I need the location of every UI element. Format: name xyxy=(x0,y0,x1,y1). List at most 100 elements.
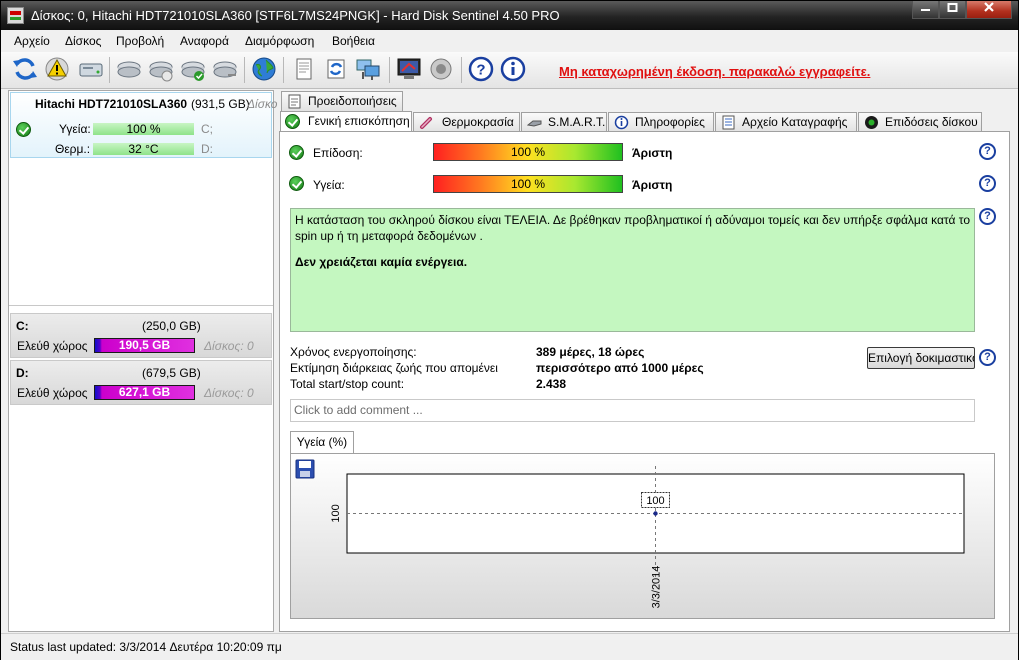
lifetime-label: Εκτίμηση διάρκειας ζωής που απομένει xyxy=(290,361,498,375)
health-ok-icon xyxy=(289,176,304,191)
tab-warnings[interactable]: Προειδοποιήσεις xyxy=(281,91,403,111)
menu-help[interactable]: Βοήθεια xyxy=(332,34,375,48)
status-bar: Status last updated: 3/3/2014 Δευτέρα 10… xyxy=(1,633,1018,660)
partition-disk-label: Δίσκος: 0 xyxy=(204,339,254,353)
log-icon xyxy=(722,115,735,130)
app-logo-icon xyxy=(7,7,24,24)
health-label: Υγεία: xyxy=(313,178,345,192)
document-icon[interactable] xyxy=(290,55,318,83)
tab-smart[interactable]: S.M.A.R.T. xyxy=(521,112,607,132)
free-space-label: Ελεύθ χώρος xyxy=(17,339,88,353)
menu-configuration[interactable]: Διαμόρφωση xyxy=(245,34,314,48)
status-action: Δεν χρειάζεται καμία ενέργεια. xyxy=(295,255,468,269)
comment-input[interactable]: Click to add comment ... xyxy=(290,399,975,422)
thermometer-icon xyxy=(420,117,432,129)
help-icon[interactable]: ? xyxy=(979,349,996,366)
chart-plot: 100 100 3/3/2014 xyxy=(330,466,965,608)
drive-d-label: D: xyxy=(201,142,213,156)
minimize-button[interactable] xyxy=(912,1,939,19)
help-icon[interactable]: ? xyxy=(979,208,996,225)
tab-label: Πληροφορίες xyxy=(635,115,705,129)
disk-check-icon[interactable] xyxy=(211,55,239,83)
globe-icon[interactable] xyxy=(250,55,278,83)
status-text: Η κατάσταση του σκληρού δίσκου είναι ΤΕΛ… xyxy=(295,213,970,243)
health-ok-icon xyxy=(16,122,31,137)
startstop-value: 2.438 xyxy=(536,377,567,391)
partition-disk-label: Δίσκος: 0 xyxy=(204,386,254,400)
tab-label: S.M.A.R.T. xyxy=(548,115,606,129)
tab-log[interactable]: Αρχείο Καταγραφής xyxy=(715,112,857,132)
power-on-value: 389 μέρες, 18 ώρες xyxy=(536,345,645,359)
network-icon[interactable] xyxy=(354,55,382,83)
tab-label: Επιδόσεις δίσκου xyxy=(885,115,978,129)
status-description: Η κατάσταση του σκληρού δίσκου είναι ΤΕΛ… xyxy=(290,208,975,332)
help-icon[interactable]: ? xyxy=(979,143,996,160)
tab-label: Αρχείο Καταγραφής xyxy=(742,115,848,129)
disk-check-icon[interactable] xyxy=(179,55,207,83)
temperature-bar: 32 °C xyxy=(93,143,194,155)
report-icon[interactable] xyxy=(395,55,423,83)
performance-bar: 100 % xyxy=(433,143,623,161)
partition-c[interactable]: C: (250,0 GB) Ελεύθ χώρος 190,5 GB Δίσκο… xyxy=(10,313,272,358)
tab-information[interactable]: Πληροφορίες xyxy=(608,112,714,132)
performance-label: Επίδοση: xyxy=(313,146,363,160)
toolbar-separator xyxy=(244,57,245,83)
maximize-button[interactable] xyxy=(939,1,966,19)
health-bar: 100 % xyxy=(433,175,623,193)
toolbar-separator xyxy=(461,57,462,83)
partition-letter: C: xyxy=(16,319,29,333)
tab-temperature[interactable]: Θερμοκρασία xyxy=(413,112,520,132)
performance-ok-icon xyxy=(289,145,304,160)
drive-c-label: C; xyxy=(201,122,213,136)
disk-check-icon[interactable] xyxy=(115,55,143,83)
lifetime-value: περισσότερο από 1000 μέρες xyxy=(536,361,704,375)
tab-label: Θερμοκρασία xyxy=(442,115,514,129)
document-icon xyxy=(288,94,301,109)
smart-icon xyxy=(527,120,542,127)
overview-check-icon xyxy=(285,114,300,129)
disk-check-icon[interactable] xyxy=(147,55,175,83)
free-space-bar: 190,5 GB xyxy=(94,338,195,353)
disk-name: Hitachi HDT721010SLA360 xyxy=(35,97,188,111)
window-title: Δίσκος: 0, Hitachi HDT721010SLA360 [STF6… xyxy=(31,8,560,23)
svg-text:?: ? xyxy=(476,62,485,79)
sound-icon[interactable] xyxy=(427,55,455,83)
overview-panel: Επίδοση: 100 % Άριστη ? Υγεία: 100 % Άρι… xyxy=(279,131,1010,632)
startstop-label: Total start/stop count: xyxy=(290,377,405,391)
free-space-bar: 627,1 GB xyxy=(94,385,195,400)
refresh-icon[interactable] xyxy=(11,55,39,83)
tab-label: Γενική επισκόπηση xyxy=(308,114,410,128)
sync-icon[interactable] xyxy=(322,55,350,83)
health-chart: 100 100 3/3/2014 xyxy=(290,453,995,619)
tab-overview[interactable]: Γενική επισκόπηση xyxy=(280,111,412,133)
menu-file[interactable]: Αρχείο xyxy=(14,34,50,48)
app-window: Δίσκος: 0, Hitachi HDT721010SLA360 [STF6… xyxy=(0,0,1019,660)
partition-size: (679,5 GB) xyxy=(142,366,201,380)
info-icon[interactable] xyxy=(499,55,527,83)
select-test-button[interactable]: Επιλογή δοκιμαστικού xyxy=(867,347,975,369)
info-icon xyxy=(614,115,629,130)
close-button[interactable] xyxy=(966,1,1012,19)
speedometer-icon xyxy=(865,116,878,129)
toolbar-separator xyxy=(109,57,110,83)
disk-label: Δίσκο xyxy=(247,97,278,111)
tab-performance[interactable]: Επιδόσεις δίσκου xyxy=(858,112,982,132)
data-point xyxy=(653,511,658,516)
register-link[interactable]: Μη καταχωρημένη έκδοση. παρακαλώ εγγραφε… xyxy=(559,64,870,79)
chart-tab-health[interactable]: Υγεία (%) xyxy=(290,431,354,453)
temperature-label: Θερμ.: xyxy=(55,142,91,156)
title-bar[interactable]: Δίσκος: 0, Hitachi HDT721010SLA360 [STF6… xyxy=(1,1,1018,30)
toolbar-separator xyxy=(389,57,390,83)
partition-d[interactable]: D: (679,5 GB) Ελεύθ χώρος 627,1 GB Δίσκο… xyxy=(10,360,272,405)
help-icon[interactable]: ? xyxy=(467,55,495,83)
menu-view[interactable]: Προβολή xyxy=(116,34,164,48)
disk-card[interactable]: Hitachi HDT721010SLA360 (931,5 GB) Δίσκο… xyxy=(10,92,277,158)
help-icon[interactable]: ? xyxy=(979,175,996,192)
power-on-label: Χρόνος ενεργοποίησης: xyxy=(290,345,417,359)
disk-icon[interactable] xyxy=(77,55,105,83)
menu-report[interactable]: Αναφορά xyxy=(180,34,229,48)
menu-disk[interactable]: Δίσκος xyxy=(65,34,101,48)
warning-icon[interactable] xyxy=(43,55,71,83)
performance-rating: Άριστη xyxy=(632,146,673,160)
status-updated-text: Status last updated: 3/3/2014 Δευτέρα 10… xyxy=(10,640,282,654)
